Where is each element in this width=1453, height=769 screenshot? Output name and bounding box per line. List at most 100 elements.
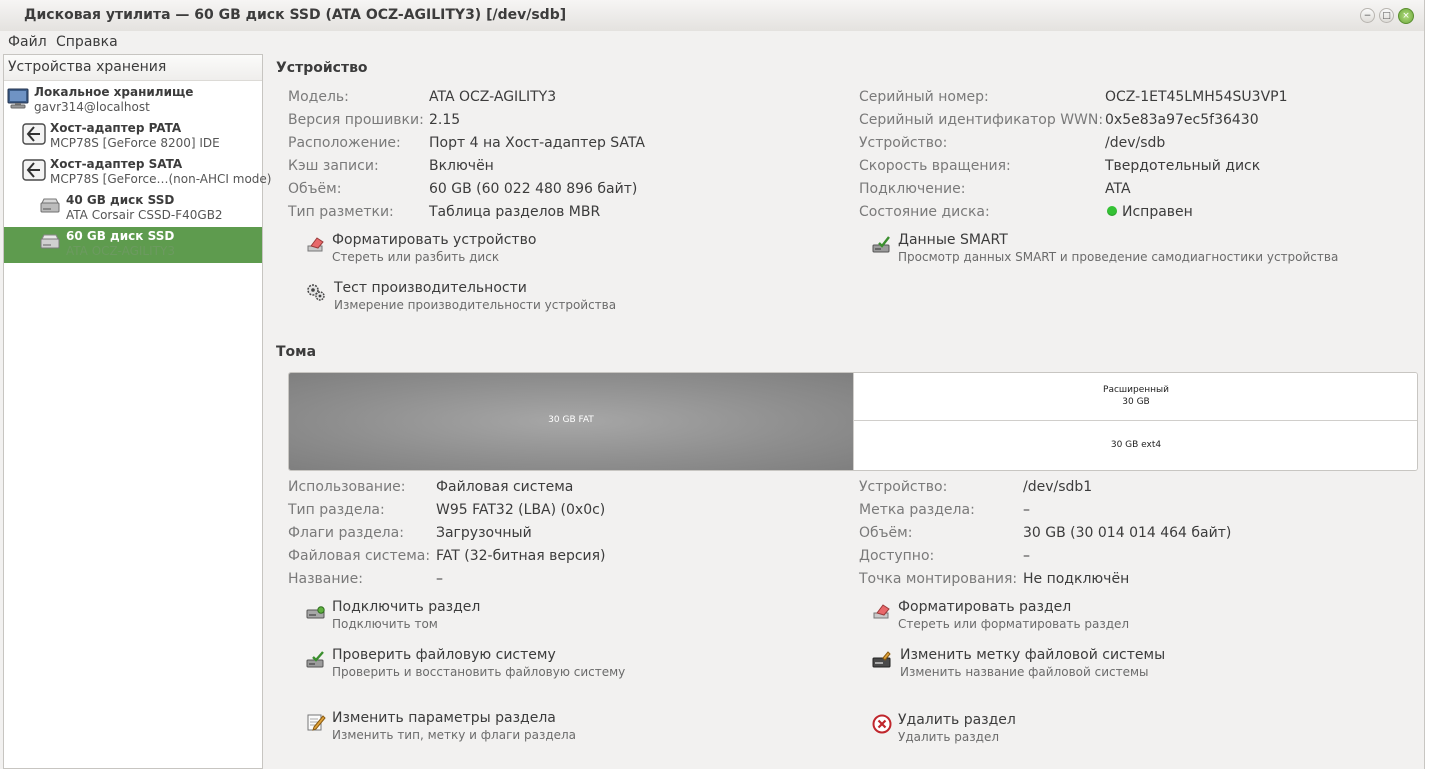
delete-icon [872,714,892,734]
capacity-value: 60 GB (60 022 480 896 байт) [429,181,638,197]
sidebar-header: Устройства хранения [4,55,262,81]
disk-status: Исправен [1107,204,1193,220]
device-section-title: Устройство [276,60,368,76]
format-partition-desc: Стереть или форматировать раздел [898,617,1130,631]
volume-fat-partition[interactable]: 30 GB FAT [289,373,853,470]
mount-drive-icon [306,606,325,619]
connection-value: ATA [1105,181,1131,197]
edit-icon [307,714,326,731]
benchmark-button[interactable]: Тест производительности Измерение произв… [306,280,626,314]
partition-type-label: Тип раздела: [288,502,385,518]
available-value: – [1023,548,1030,564]
sidebar-item-title: Хост-адаптер SATA [50,157,183,171]
volumes-map: 30 GB FAT Расширенный 30 GB 30 GB ext4 [288,372,1418,471]
partition-label-value: – [1023,502,1030,518]
maximize-button[interactable]: □ [1379,8,1394,23]
volumes-section-title: Тома [276,344,317,360]
sidebar-item-40gb-ssd[interactable]: 40 GB диск SSD ATA Corsair CSSD-F40GB2 [4,191,262,227]
firmware-value: 2.15 [429,112,461,128]
rotation-value: Твердотельный диск [1105,158,1261,174]
serial-value: OCZ-1ET45LMH54SU3VP1 [1105,89,1288,105]
sidebar-item-title: Хост-адаптер PATA [50,121,182,135]
device-value: /dev/sdb [1105,135,1166,151]
firmware-label: Версия прошивки: [288,112,424,128]
menu-help[interactable]: Справка [56,34,118,50]
sidebar-item-60gb-ssd[interactable]: 60 GB диск SSD ATA OCZ-AGILITY3 [4,227,262,263]
label-drive-icon [872,651,891,668]
partition-flags-value: Загрузочный [436,525,532,541]
name-value: – [436,571,443,587]
format-partition-title: Форматировать раздел [898,599,1072,615]
close-icon: × [1402,11,1410,21]
window-title: Дисковая утилита — 60 GB диск SSD (ATA O… [24,7,567,23]
wwn-value: 0x5e83a97ec5f36430 [1105,112,1259,128]
partition-capacity-label: Объём: [859,525,913,541]
check-filesystem-desc: Проверить и восстановить файловую систем… [332,665,626,679]
title-bar: Дисковая утилита — 60 GB диск SSD (ATA O… [0,0,1424,32]
partition-flags-label: Флаги раздела: [288,525,404,541]
benchmark-title: Тест производительности [334,280,527,296]
model-label: Модель: [288,89,349,105]
minimize-button[interactable]: − [1360,8,1375,23]
wwn-label: Серийный идентификатор WWN: [859,112,1104,128]
smart-data-button[interactable]: Данные SMART Просмотр данных SMART и про… [872,232,1338,266]
disk-status-label: Состояние диска: [859,204,990,220]
sidebar-item-local-storage[interactable]: Локальное хранилище gavr314@localhost [4,83,262,119]
mount-point-value: Не подключён [1023,571,1130,587]
maximize-icon: □ [1382,11,1391,21]
mount-partition-button[interactable]: Подключить раздел Подключить том [306,599,606,633]
sidebar-item-subtitle: MCP78S [GeForce…(non-AHCI mode) [50,172,272,186]
storage-devices-sidebar: Устройства хранения Локальное хранилище … [3,54,271,769]
delete-partition-title: Удалить раздел [898,712,1016,728]
filesystem-label: Файловая система: [288,548,431,564]
capacity-label: Объём: [288,181,342,197]
menu-file[interactable]: Файл [8,34,47,50]
status-ok-icon [1107,206,1117,216]
close-button[interactable]: × [1398,8,1414,24]
sidebar-item-sata-adapter[interactable]: Хост-адаптер SATA MCP78S [GeForce…(non-A… [4,155,271,191]
partition-label-label: Метка раздела: [859,502,975,518]
disk-utility-window: Дисковая утилита — 60 GB диск SSD (ATA O… [0,0,1425,769]
main-panel: Устройство Модель: ATA OCZ-AGILITY3 Верс… [264,54,1424,769]
volume-extended-label: Расширенный [1103,385,1169,395]
sidebar-item-title: 60 GB диск SSD [66,229,175,243]
volume-ext4-partition[interactable]: 30 GB ext4 [853,421,1417,470]
format-device-button[interactable]: Форматировать устройство Стереть или раз… [306,232,606,266]
sidebar-item-subtitle: ATA Corsair CSSD-F40GB2 [66,208,223,222]
write-cache-value: Включён [429,158,494,174]
menu-bar: Файл Справка [0,31,1424,53]
sidebar-item-subtitle: gavr314@localhost [34,100,150,114]
volume-extended-size: 30 GB [1122,397,1150,407]
usage-value: Файловая система [436,479,574,495]
drive-icon [40,234,60,249]
name-label: Название: [288,571,363,587]
eraser-icon [307,237,324,252]
partition-type-value: W95 FAT32 (LBA) (0x0c) [436,502,606,518]
connection-label: Подключение: [859,181,966,197]
model-value: ATA OCZ-AGILITY3 [429,89,557,105]
benchmark-desc: Измерение производительности устройства [334,298,617,312]
partitioning-label: Тип разметки: [288,204,394,220]
delete-partition-button[interactable]: Удалить раздел Удалить раздел [872,712,1172,746]
rotation-label: Скорость вращения: [859,158,1011,174]
filesystem-value: FAT (32-битная версия) [436,548,606,564]
check-drive-icon [306,651,324,668]
edit-filesystem-label-title: Изменить метку файловой системы [900,647,1166,663]
partitioning-value: Таблица разделов MBR [429,204,601,220]
adapter-icon [22,159,46,181]
usage-label: Использование: [288,479,406,495]
volume-extended-partition[interactable]: Расширенный 30 GB [853,373,1417,421]
sidebar-item-subtitle: MCP78S [GeForce 8200] IDE [50,136,220,150]
edit-partition-button[interactable]: Изменить параметры раздела Изменить тип,… [306,710,636,744]
edit-partition-desc: Изменить тип, метку и флаги раздела [332,728,577,742]
smart-data-desc: Просмотр данных SMART и проведение самод… [898,250,1339,264]
volume-fat-label: 30 GB FAT [548,415,594,425]
mount-partition-desc: Подключить том [332,617,438,631]
format-partition-button[interactable]: Форматировать раздел Стереть или формати… [872,599,1172,633]
drive-icon [40,198,60,213]
sidebar-item-pata-adapter[interactable]: Хост-адаптер PATA MCP78S [GeForce 8200] … [4,119,262,155]
adapter-icon [22,123,46,145]
volume-ext4-label: 30 GB ext4 [1110,440,1162,450]
check-filesystem-button[interactable]: Проверить файловую систему Проверить и в… [306,647,636,681]
edit-filesystem-label-button[interactable]: Изменить метку файловой системы Изменить… [872,647,1202,681]
